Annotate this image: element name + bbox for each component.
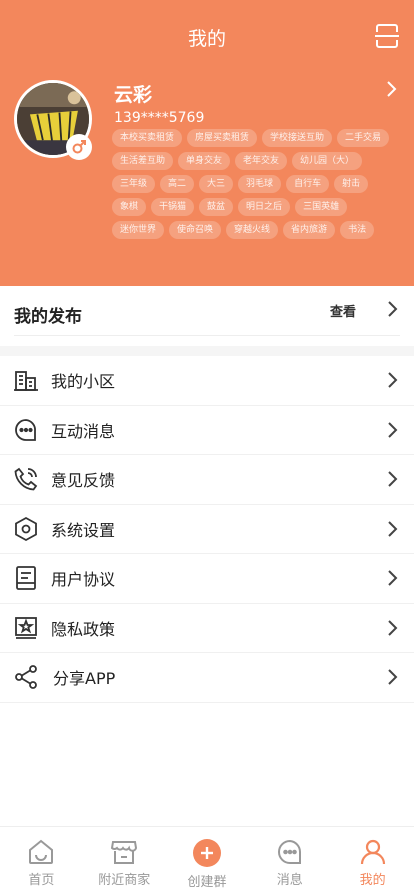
settings-icon — [13, 516, 39, 542]
menu-item-user-agreement[interactable]: 用户协议 — [0, 554, 414, 604]
tag: 三国英雄 — [295, 198, 348, 216]
menu-item-community[interactable]: 我的小区 — [0, 356, 414, 406]
user-icon — [358, 837, 388, 867]
tab-label: 附近商家 — [98, 873, 151, 888]
divider — [14, 335, 400, 336]
menu-label: 用户协议 — [51, 570, 116, 590]
menu-item-feedback[interactable]: 意见反馈 — [0, 455, 414, 505]
my-posts-section[interactable]: 我的发布 查看 — [0, 286, 414, 346]
menu-label: 我的小区 — [51, 372, 116, 392]
tag: 大三 — [199, 175, 234, 193]
home-icon — [26, 837, 56, 867]
tag: 二手交易 — [337, 129, 390, 147]
tag: 三年级 — [112, 175, 156, 193]
menu-label: 分享APP — [53, 669, 116, 689]
chevron-right-icon — [388, 422, 398, 438]
privacy-icon — [13, 615, 39, 641]
chevron-right-icon — [388, 669, 398, 685]
section-divider — [0, 346, 414, 356]
tag: 明日之后 — [238, 198, 291, 216]
tag: 单身交友 — [178, 152, 231, 170]
chevron-right-icon — [388, 372, 398, 388]
tag: 本校买卖租赁 — [112, 129, 183, 147]
tag: 使命召唤 — [169, 221, 222, 239]
tab-nearby-shops[interactable]: 附近商家 — [83, 827, 166, 896]
menu-label: 意见反馈 — [51, 471, 116, 491]
building-icon — [13, 367, 39, 393]
chevron-right-icon — [388, 521, 398, 537]
scan-icon[interactable] — [374, 22, 400, 50]
document-icon — [13, 565, 39, 591]
tag: 老年交友 — [235, 152, 288, 170]
bottom-tab-bar: 首页 附近商家 创建群 消息 我的 — [0, 826, 414, 896]
tab-messages[interactable]: 消息 — [248, 827, 331, 896]
message-icon — [13, 417, 39, 443]
tag: 房屋买卖租赁 — [187, 129, 258, 147]
my-posts-title: 我的发布 — [14, 307, 82, 327]
tab-label: 创建群 — [187, 875, 227, 890]
share-icon — [13, 664, 39, 690]
view-posts-link[interactable]: 查看 — [330, 301, 356, 320]
tag: 幼儿园（大） — [292, 152, 363, 170]
chevron-right-icon — [388, 620, 398, 636]
tag: 穿越火线 — [226, 221, 279, 239]
tag: 省内旅游 — [283, 221, 336, 239]
menu-item-privacy[interactable]: 隐私政策 — [0, 604, 414, 653]
tab-label: 消息 — [276, 873, 303, 888]
page-title: 我的 — [187, 28, 226, 50]
tag: 射击 — [334, 175, 369, 193]
plus-icon — [192, 839, 221, 867]
male-icon — [66, 134, 92, 160]
profile-header: 我的 云彩 139****5769 本校买卖租赁 房屋买卖租赁 学校接送互助 二… — [0, 0, 414, 286]
interest-tags: 本校买卖租赁 房屋买卖租赁 学校接送互助 二手交易 生活差互助 单身交友 老年交… — [112, 129, 392, 239]
menu-label: 系统设置 — [51, 520, 116, 540]
chevron-right-icon — [388, 570, 398, 586]
tag: 书法 — [340, 221, 375, 239]
menu-label: 互动消息 — [51, 421, 116, 441]
tag: 自行车 — [286, 175, 330, 193]
tab-label: 我的 — [359, 873, 386, 888]
chevron-right-icon[interactable] — [384, 80, 398, 98]
chevron-right-icon[interactable] — [386, 300, 398, 318]
tag: 鼓盆 — [199, 198, 234, 216]
tag: 高二 — [160, 175, 195, 193]
tag: 学校接送互助 — [262, 129, 333, 147]
username: 云彩 — [114, 84, 153, 106]
tag: 羽毛球 — [238, 175, 282, 193]
menu-label: 隐私政策 — [51, 619, 116, 639]
menu-item-share[interactable]: 分享APP — [0, 653, 414, 703]
tag: 生活差互助 — [112, 152, 174, 170]
phone-feedback-icon — [13, 466, 39, 492]
tab-home[interactable]: 首页 — [0, 827, 83, 896]
menu-item-settings[interactable]: 系统设置 — [0, 505, 414, 554]
phone-number: 139****5769 — [114, 110, 205, 126]
tab-profile[interactable]: 我的 — [331, 827, 414, 896]
settings-menu: 我的小区 互动消息 意见反馈 系统设置 用户协议 隐私政策 分享APP — [0, 356, 414, 703]
tab-label: 首页 — [28, 873, 55, 888]
chat-icon — [275, 837, 305, 867]
tag: 干锅猫 — [151, 198, 195, 216]
tab-create-group[interactable]: 创建群 — [166, 827, 249, 896]
tag: 象棋 — [112, 198, 147, 216]
shop-icon — [109, 837, 139, 867]
chevron-right-icon — [388, 471, 398, 487]
tag: 迷你世界 — [112, 221, 165, 239]
menu-item-messages[interactable]: 互动消息 — [0, 406, 414, 455]
